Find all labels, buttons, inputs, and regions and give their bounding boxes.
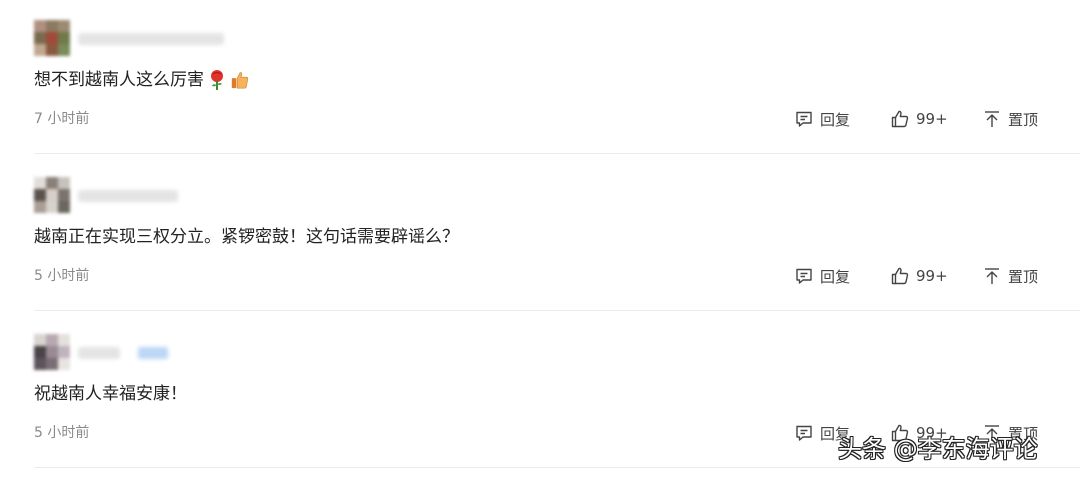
more-icon (1070, 266, 1080, 286)
reply-button[interactable]: 回复 (794, 107, 850, 131)
comment-time: 5 小时前 (34, 425, 90, 441)
username-blurred[interactable] (78, 346, 168, 360)
reply-label: 回复 (820, 267, 851, 286)
reply-icon (796, 111, 812, 127)
avatar[interactable] (34, 20, 70, 56)
username-blurred[interactable] (78, 189, 178, 203)
reply-icon (796, 425, 812, 441)
thumbs-up-outline-icon (891, 267, 909, 285)
thumbs-up-icon (230, 69, 250, 91)
comment-text: 越南正在实现三权分立。紧锣密鼓！这句话需要辟谣么？ (34, 227, 459, 247)
more-button[interactable] (1070, 107, 1080, 131)
comment-time: 5 小时前 (34, 268, 90, 284)
divider (34, 467, 1080, 468)
like-button[interactable]: 99+ (890, 107, 948, 131)
more-button[interactable] (1070, 421, 1080, 445)
comment-item: 越南正在实现三权分立。紧锣密鼓！这句话需要辟谣么？ 5 小时前 回复 99+ 置… (34, 157, 1080, 313)
reply-icon (796, 268, 812, 284)
pin-label: 置顶 (1008, 110, 1039, 129)
pin-button[interactable]: 置顶 (982, 264, 1038, 288)
like-count: 99+ (916, 267, 948, 285)
like-count: 99+ (916, 110, 948, 128)
reply-label: 回复 (820, 110, 851, 129)
divider (34, 310, 1080, 311)
pin-label: 置顶 (1008, 267, 1039, 286)
more-icon (1070, 423, 1080, 443)
comment-text: 想不到越南人这么厉害 (34, 70, 204, 90)
comment-time: 7 小时前 (34, 111, 90, 127)
watermark: 头条 @李东海评论 (838, 435, 1038, 463)
comment-text-row: 想不到越南人这么厉害 (34, 68, 250, 92)
comment-item: 想不到越南人这么厉害 7 小时前 回复 99+ 置顶 (34, 0, 1080, 156)
pin-top-icon (985, 268, 999, 284)
pin-top-icon (985, 111, 999, 127)
pin-button[interactable]: 置顶 (982, 107, 1038, 131)
divider (34, 153, 1080, 154)
username-blurred[interactable] (78, 32, 224, 46)
avatar[interactable] (34, 177, 70, 213)
avatar[interactable] (34, 334, 70, 370)
thumbs-up-outline-icon (891, 110, 909, 128)
more-icon (1070, 109, 1080, 129)
user-badge (138, 347, 168, 359)
comment-text: 祝越南人幸福安康！ (34, 384, 187, 404)
comment-list: 想不到越南人这么厉害 7 小时前 回复 99+ 置顶 越南正在实现三权分立。紧锣… (0, 0, 1080, 478)
rose-icon (207, 69, 227, 91)
more-button[interactable] (1070, 264, 1080, 288)
like-button[interactable]: 99+ (890, 264, 948, 288)
reply-button[interactable]: 回复 (794, 264, 850, 288)
